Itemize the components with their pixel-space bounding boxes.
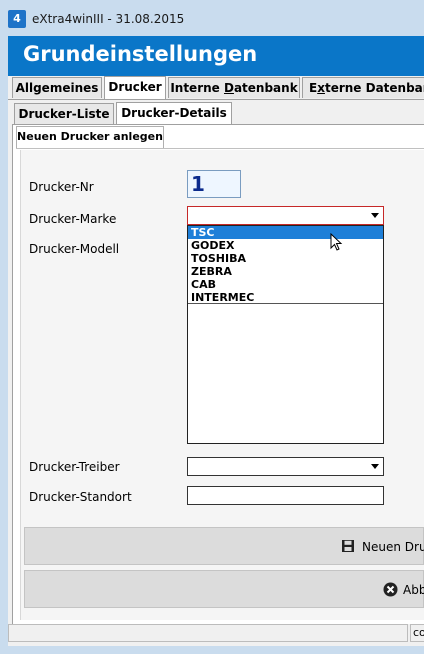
status-bar: co xyxy=(8,624,424,646)
tab-label: Allgemeines xyxy=(15,81,99,95)
window-border xyxy=(0,36,8,654)
status-panel xyxy=(8,624,408,642)
neuen-drucker-button[interactable]: Neuen Dru xyxy=(24,527,424,565)
cancel-icon xyxy=(383,582,398,597)
drucker-treiber-label: Drucker-Treiber xyxy=(29,460,120,474)
dropdown-option-cab[interactable]: CAB xyxy=(188,278,383,291)
action-tab-bar: Neuen Drucker anlegen xyxy=(16,126,424,149)
drucker-modell-label: Drucker-Modell xyxy=(29,242,120,256)
status-text: co xyxy=(410,624,424,642)
chevron-down-icon[interactable] xyxy=(371,464,379,469)
abbrechen-button[interactable]: Abb xyxy=(24,570,424,608)
tab-neuen-drucker-anlegen[interactable]: Neuen Drucker anlegen xyxy=(16,126,164,148)
app-icon[interactable]: 4 xyxy=(8,10,26,28)
neuen-drucker-label: Neuen Dru xyxy=(362,540,424,554)
abbrechen-label: Abb xyxy=(403,583,424,597)
tab-label-accelerator: x xyxy=(317,81,325,95)
sub-tab-bar: Drucker-Liste Drucker-Details xyxy=(10,102,424,125)
tab-label-accelerator: D xyxy=(223,81,234,95)
dropdown-option-godex[interactable]: GODEX xyxy=(188,239,383,252)
window-border xyxy=(0,646,424,654)
tab-drucker[interactable]: Drucker xyxy=(104,76,166,99)
drucker-nr-field[interactable]: 1 xyxy=(187,170,241,198)
dropdown-separator xyxy=(188,303,383,304)
tab-drucker-liste[interactable]: Drucker-Liste xyxy=(14,103,114,124)
drucker-marke-select[interactable] xyxy=(187,206,384,225)
tab-externe-datenbank[interactable]: Externe Datenbank xyxy=(302,77,424,98)
tab-drucker-details[interactable]: Drucker-Details xyxy=(116,102,232,125)
drucker-treiber-select[interactable] xyxy=(187,457,384,476)
window-title: eXtra4winIII - 31.08.2015 xyxy=(32,12,185,26)
tab-label-part: atenbank xyxy=(233,81,298,95)
tab-label: Drucker-Liste xyxy=(18,107,110,121)
dropdown-option-toshiba[interactable]: TOSHIBA xyxy=(188,252,383,265)
tab-label: Drucker xyxy=(108,80,162,94)
tab-label-part: terne Datenbank xyxy=(324,81,424,95)
drucker-nr-label: Drucker-Nr xyxy=(29,180,94,194)
tab-interne-datenbank[interactable]: Interne Datenbank xyxy=(168,77,300,98)
dropdown-option-zebra[interactable]: ZEBRA xyxy=(188,265,383,278)
tab-allgemeines[interactable]: Allgemeines xyxy=(12,77,102,98)
page-header: Grundeinstellungen xyxy=(8,36,424,76)
mouse-pointer-icon xyxy=(330,233,343,251)
tab-label-part: Interne xyxy=(170,81,224,95)
tab-label: Drucker-Details xyxy=(121,106,227,120)
drucker-marke-label: Drucker-Marke xyxy=(29,212,117,226)
tab-label-part: E xyxy=(309,81,318,95)
drucker-standort-label: Drucker-Standort xyxy=(29,490,132,504)
page-title: Grundeinstellungen xyxy=(23,42,258,66)
save-icon xyxy=(342,540,354,552)
chevron-down-icon[interactable] xyxy=(371,213,379,218)
dropdown-option-tsc[interactable]: TSC xyxy=(188,226,383,239)
main-tab-bar: Allgemeines Drucker Interne Datenbank Ex… xyxy=(8,76,424,100)
drucker-standort-input[interactable] xyxy=(187,486,384,505)
drucker-marke-dropdown[interactable]: TSC GODEX TOSHIBA ZEBRA CAB INTERMEC xyxy=(187,225,384,444)
